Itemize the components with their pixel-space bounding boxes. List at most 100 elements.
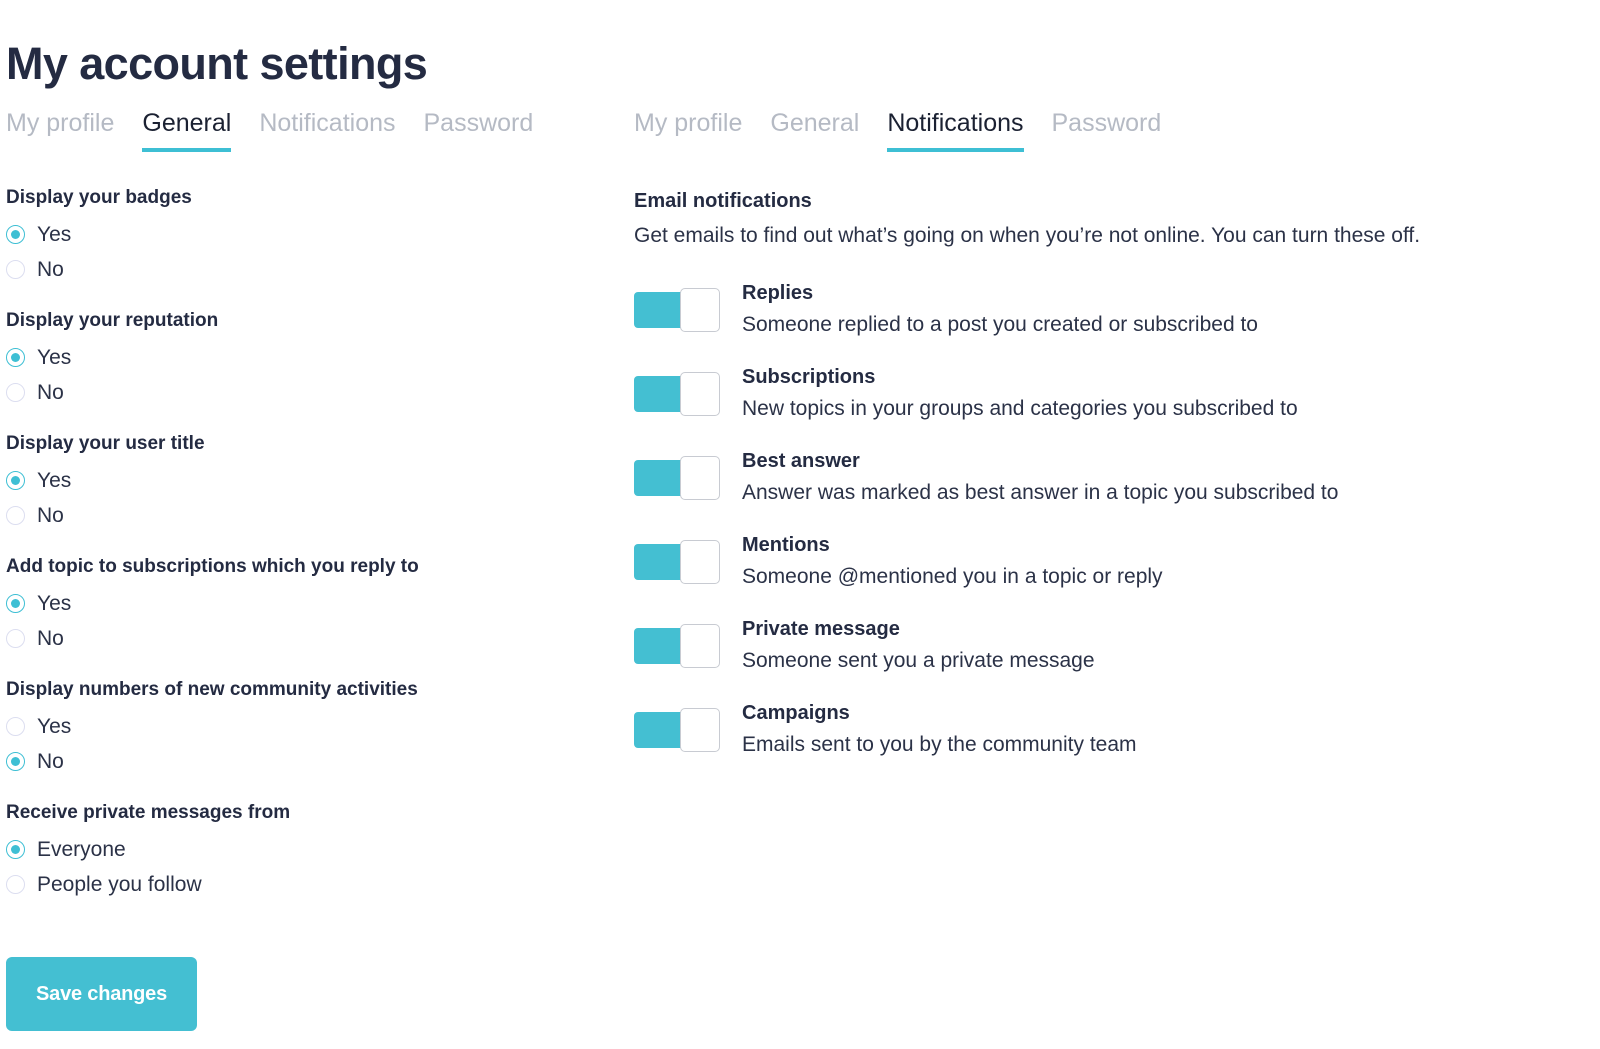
- radio-indicator[interactable]: [6, 717, 25, 736]
- toggle-mentions[interactable]: [634, 540, 720, 584]
- radio-option-no[interactable]: No: [6, 375, 606, 410]
- radio-indicator[interactable]: [6, 875, 25, 894]
- notification-description: Someone sent you a private message: [742, 649, 1095, 672]
- tab-label: General: [142, 109, 232, 137]
- radio-option-yes[interactable]: Yes: [6, 463, 606, 498]
- radio-indicator[interactable]: [6, 506, 25, 525]
- notification-row-campaigns: Campaigns Emails sent to you by the comm…: [634, 698, 1594, 760]
- section-description: Get emails to find out what’s going on w…: [634, 224, 1421, 247]
- radio-indicator[interactable]: [6, 752, 25, 771]
- tab-my-profile[interactable]: My profile: [634, 108, 742, 152]
- save-changes-button[interactable]: Save changes: [6, 957, 198, 1031]
- left-tab-bar: My profile General Notifications Passwor…: [6, 108, 606, 160]
- group-label: Display your badges: [6, 187, 192, 208]
- radio-label: No: [37, 627, 64, 650]
- page-title: My account settings: [6, 38, 428, 90]
- radio-option-people-you-follow[interactable]: People you follow: [6, 867, 606, 902]
- tab-label: Notifications: [259, 109, 396, 137]
- radio-label: Yes: [37, 715, 72, 738]
- tab-password[interactable]: Password: [1052, 108, 1162, 152]
- toggle-private-message[interactable]: [634, 624, 720, 668]
- toggle-track: [634, 376, 686, 412]
- notification-row-replies: Replies Someone replied to a post you cr…: [634, 278, 1594, 340]
- group-label: Display numbers of new community activit…: [6, 679, 418, 700]
- group-label: Display your user title: [6, 433, 205, 454]
- toggle-track: [634, 292, 686, 328]
- notification-description: Emails sent to you by the community team: [742, 733, 1137, 756]
- notification-list: Replies Someone replied to a post you cr…: [634, 278, 1594, 760]
- tab-password[interactable]: Password: [424, 108, 534, 152]
- radio-option-no[interactable]: No: [6, 621, 606, 656]
- tab-my-profile[interactable]: My profile: [6, 108, 114, 152]
- tab-label: Password: [1051, 109, 1162, 137]
- toggle-replies[interactable]: [634, 288, 720, 332]
- toggle-knob: [680, 624, 720, 668]
- notifications-settings-panel: My profile General Notifications Passwor…: [634, 108, 1594, 760]
- group-label: Display your reputation: [6, 310, 219, 331]
- radio-option-yes[interactable]: Yes: [6, 340, 606, 375]
- radio-label: No: [37, 504, 64, 527]
- toggle-knob: [680, 288, 720, 332]
- tab-label: Notifications: [887, 109, 1024, 137]
- radio-label: Yes: [37, 592, 72, 615]
- tab-general[interactable]: General: [142, 108, 231, 152]
- toggle-campaigns[interactable]: [634, 708, 720, 752]
- notification-title: Private message: [742, 618, 900, 640]
- setting-group-receive-private-messages: Receive private messages from Everyone P…: [6, 801, 606, 902]
- section-title-email-notifications: Email notifications: [634, 190, 812, 212]
- radio-label: People you follow: [37, 873, 202, 896]
- toggle-knob: [680, 456, 720, 500]
- tab-notifications[interactable]: Notifications: [259, 108, 395, 152]
- notification-title: Mentions: [742, 534, 830, 556]
- toggle-subscriptions[interactable]: [634, 372, 720, 416]
- setting-group-display-badges: Display your badges Yes No: [6, 186, 606, 287]
- notification-description: Someone @mentioned you in a topic or rep…: [742, 565, 1163, 588]
- radio-option-no[interactable]: No: [6, 498, 606, 533]
- tab-label: My profile: [634, 109, 743, 137]
- radio-label: Yes: [37, 469, 72, 492]
- notification-text: Subscriptions New topics in your groups …: [742, 362, 1298, 424]
- notification-row-private-message: Private message Someone sent you a priva…: [634, 614, 1594, 676]
- radio-indicator[interactable]: [6, 471, 25, 490]
- radio-label: No: [37, 750, 64, 773]
- radio-option-no[interactable]: No: [6, 744, 606, 779]
- notification-text: Private message Someone sent you a priva…: [742, 614, 1095, 676]
- toggle-knob: [680, 708, 720, 752]
- notification-row-mentions: Mentions Someone @mentioned you in a top…: [634, 530, 1594, 592]
- radio-option-everyone[interactable]: Everyone: [6, 832, 606, 867]
- tab-label: Password: [423, 109, 534, 137]
- toggle-track: [634, 628, 686, 664]
- toggle-best-answer[interactable]: [634, 456, 720, 500]
- radio-label: Everyone: [37, 838, 126, 861]
- toggle-track: [634, 544, 686, 580]
- radio-label: Yes: [37, 223, 72, 246]
- radio-indicator[interactable]: [6, 260, 25, 279]
- notification-title: Replies: [742, 282, 814, 304]
- toggle-knob: [680, 372, 720, 416]
- notification-description: Answer was marked as best answer in a to…: [742, 481, 1339, 504]
- toggle-track: [634, 460, 686, 496]
- setting-group-display-activity-numbers: Display numbers of new community activit…: [6, 678, 606, 779]
- notification-text: Best answer Answer was marked as best an…: [742, 446, 1338, 508]
- radio-indicator[interactable]: [6, 348, 25, 367]
- tab-general[interactable]: General: [770, 108, 859, 152]
- toggle-knob: [680, 540, 720, 584]
- setting-group-display-user-title: Display your user title Yes No: [6, 432, 606, 533]
- tab-label: General: [770, 109, 860, 137]
- radio-indicator[interactable]: [6, 225, 25, 244]
- radio-option-yes[interactable]: Yes: [6, 709, 606, 744]
- radio-indicator[interactable]: [6, 594, 25, 613]
- setting-group-display-reputation: Display your reputation Yes No: [6, 309, 606, 410]
- right-tab-bar: My profile General Notifications Passwor…: [634, 108, 1594, 160]
- notification-row-subscriptions: Subscriptions New topics in your groups …: [634, 362, 1594, 424]
- notification-title: Subscriptions: [742, 366, 876, 388]
- notification-text: Replies Someone replied to a post you cr…: [742, 278, 1258, 340]
- radio-indicator[interactable]: [6, 840, 25, 859]
- radio-option-yes[interactable]: Yes: [6, 586, 606, 621]
- tab-notifications[interactable]: Notifications: [887, 108, 1024, 152]
- notification-text: Campaigns Emails sent to you by the comm…: [742, 698, 1137, 760]
- radio-option-no[interactable]: No: [6, 252, 606, 287]
- radio-indicator[interactable]: [6, 629, 25, 648]
- radio-option-yes[interactable]: Yes: [6, 217, 606, 252]
- radio-indicator[interactable]: [6, 383, 25, 402]
